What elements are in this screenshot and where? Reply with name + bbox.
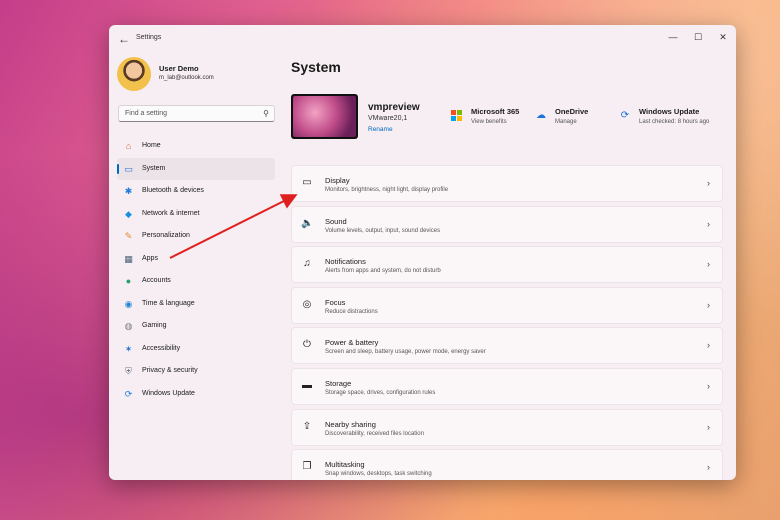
chevron-right-icon: › (707, 218, 710, 229)
quick-link-title: OneDrive (555, 107, 589, 116)
chevron-right-icon: › (707, 380, 710, 391)
onedrive-icon: ☁ (536, 110, 546, 121)
quick-link-title: Windows Update (639, 107, 700, 116)
card-subtitle: Snap windows, desktops, task switching (325, 471, 432, 478)
storage-icon: ▬ (302, 379, 312, 391)
chevron-right-icon: › (707, 178, 710, 188)
quick-link-subtitle: Manage (555, 119, 577, 125)
quick-link-subtitle: Last checked: 8 hours ago (639, 119, 710, 125)
settings-card-list: ▭ Display Monitors, brightness, night ligh… (291, 165, 723, 480)
chevron-right-icon: › (707, 340, 710, 351)
settings-card-sound[interactable]: 🔈 Sound Volume levels, output, input, soun… (291, 205, 723, 243)
speaker-icon: 🔈 (301, 217, 314, 229)
device-name: vmpreview (368, 102, 420, 113)
card-subtitle: Screen and sleep, battery usage, power m… (325, 349, 486, 356)
chevron-right-icon: › (707, 421, 710, 432)
card-title: Nearby sharing (325, 419, 376, 429)
bell-icon: ♫ (303, 258, 311, 270)
microsoft-365-icon (451, 110, 462, 121)
device-thumbnail (291, 94, 358, 139)
card-subtitle: Storage space, drives, configuration rul… (325, 389, 436, 396)
multitasking-icon: ❐ (302, 461, 312, 473)
card-title: Multitasking (325, 460, 365, 470)
settings-card-notifications[interactable]: ♫ Notifications Alerts from apps and syste… (291, 246, 723, 284)
wallpaper-preview (293, 96, 356, 137)
quick-link-title: Microsoft 365 (471, 107, 520, 116)
focus-icon: ◎ (302, 298, 312, 310)
display-icon: ▭ (302, 177, 312, 188)
settings-card-multitasking[interactable]: ❐ Multitasking Snap windows, desktops, tas… (291, 449, 723, 480)
settings-card-display[interactable]: ▭ Display Monitors, brightness, night ligh… (291, 165, 723, 202)
card-title: Focus (325, 297, 346, 307)
card-title: Power & battery (325, 338, 379, 348)
card-subtitle: Volume levels, output, input, sound devi… (325, 227, 441, 234)
device-model: VMware20,1 (368, 115, 408, 122)
power-icon: ⏻ (303, 339, 311, 351)
chevron-right-icon: › (707, 462, 710, 473)
card-subtitle: Alerts from apps and system, do not dist… (325, 268, 441, 275)
card-title: Notifications (325, 257, 366, 267)
card-subtitle: Discoverability, received files location (325, 430, 424, 437)
card-title: Display (325, 176, 350, 185)
card-subtitle: Reduce distractions (325, 308, 378, 315)
card-title: Sound (325, 216, 347, 226)
quick-link-subtitle: View benefits (471, 119, 507, 125)
card-title: Storage (325, 378, 352, 388)
settings-card-storage[interactable]: ▬ Storage Storage space, drives, configura… (291, 367, 723, 405)
chevron-right-icon: › (707, 259, 710, 270)
settings-card-focus[interactable]: ◎ Focus Reduce distractions › (291, 286, 723, 324)
rename-link[interactable]: Rename (368, 126, 393, 133)
settings-card-power-battery[interactable]: ⏻ Power & battery Screen and sleep, batter… (291, 327, 723, 365)
card-subtitle: Monitors, brightness, night light, displ… (325, 187, 449, 193)
windows-update-icon: ⟳ (620, 110, 630, 121)
main-content: vmpreview VMware20,1 Rename Microsoft 36… (109, 25, 736, 480)
settings-card-nearby-sharing[interactable]: ⇪ Nearby sharing Discoverability, received… (291, 408, 723, 446)
share-icon: ⇪ (302, 420, 312, 432)
chevron-right-icon: › (707, 299, 710, 310)
